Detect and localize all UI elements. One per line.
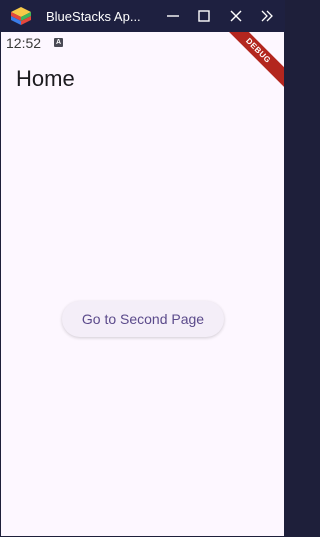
double-chevron-right-icon [261, 10, 273, 22]
maximize-button[interactable] [192, 4, 216, 28]
bluestacks-logo-icon [10, 6, 32, 26]
android-screen: 12:52 A DEBUG Home Go to Second Page [1, 32, 284, 536]
go-to-second-page-button[interactable]: Go to Second Page [62, 301, 224, 337]
window-title: BlueStacks Ap... [46, 9, 141, 24]
close-button[interactable] [224, 4, 248, 28]
sidebar-toggle-button[interactable] [255, 4, 279, 28]
status-bar-time: 12:52 [6, 35, 42, 51]
page-title: Home [16, 66, 75, 91]
minimize-button[interactable] [161, 4, 185, 28]
notification-a-icon: A [54, 38, 63, 47]
title-bar: BlueStacks Ap... [0, 0, 285, 32]
minimize-icon [167, 15, 179, 17]
bluestacks-window: BlueStacks Ap... 12:52 A DEBUG Home Go t… [0, 0, 285, 537]
maximize-icon [198, 10, 210, 22]
debug-banner: DEBUG [214, 32, 284, 95]
close-icon [230, 10, 242, 22]
